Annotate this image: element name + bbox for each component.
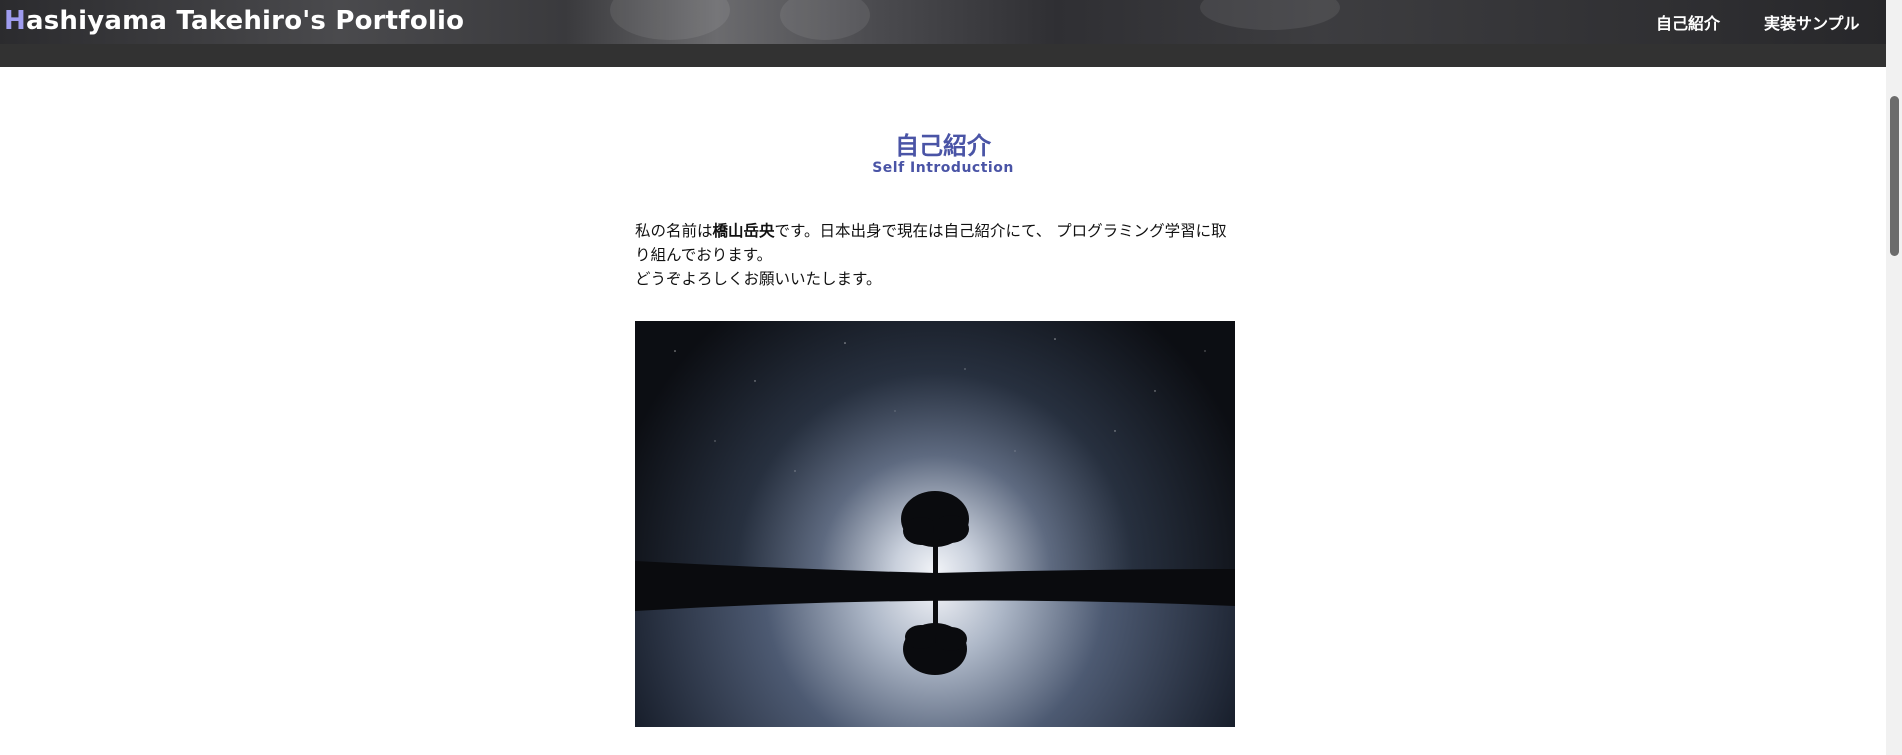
- scrollbar-thumb[interactable]: [1890, 96, 1899, 256]
- intro-line2: どうぞよろしくお願いいたします。: [635, 270, 882, 288]
- nav-item-self-intro[interactable]: 自己紹介: [1656, 0, 1720, 44]
- intro-photo: [635, 321, 1235, 727]
- nav-link-samples[interactable]: 実装サンプル: [1764, 10, 1860, 34]
- page-scrollbar[interactable]: [1886, 0, 1902, 755]
- intro-before-name: 私の名前は: [635, 222, 713, 240]
- intro-name: 橋山岳央: [712, 222, 775, 240]
- nav-link-self-intro[interactable]: 自己紹介: [1656, 10, 1720, 34]
- brand-title: ashiyama Takehiro's Portfolio: [25, 6, 465, 36]
- lone-tree-image: [635, 321, 1235, 727]
- section-title: 自己紹介: [895, 132, 991, 160]
- nav-item-samples[interactable]: 実装サンプル: [1764, 0, 1860, 44]
- site-header: Hashiyama Takehiro's Portfolio 自己紹介 実装サン…: [0, 0, 1886, 67]
- site-logo[interactable]: Hashiyama Takehiro's Portfolio: [4, 6, 464, 36]
- intro-text: 私の名前は橋山岳央です。日本出身で現在は自己紹介にて、 プログラミング学習に取り…: [635, 219, 1235, 291]
- brand-initial: H: [4, 6, 26, 36]
- section-subtitle: Self Introduction: [872, 160, 1014, 176]
